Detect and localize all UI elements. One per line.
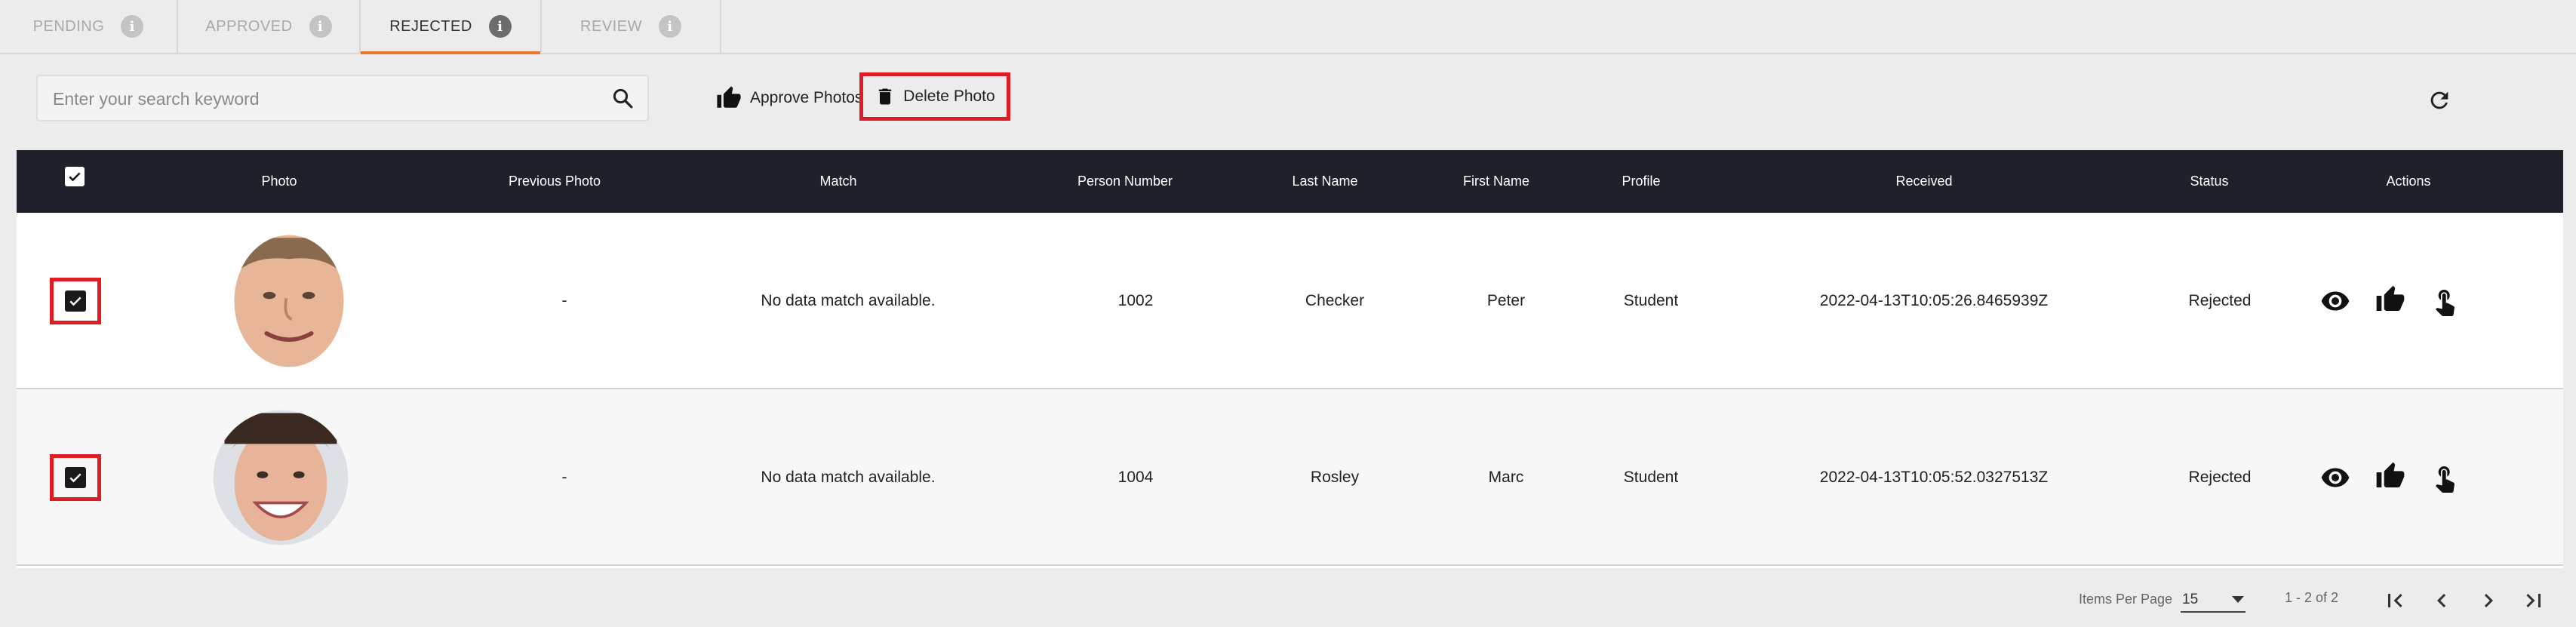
check-icon xyxy=(69,172,81,182)
tab-approved[interactable]: APPROVED i xyxy=(178,0,361,53)
info-icon[interactable]: i xyxy=(488,15,512,38)
thumbs-up-icon xyxy=(717,86,741,108)
column-header-received[interactable]: Received xyxy=(1895,150,1952,213)
info-icon[interactable]: i xyxy=(121,15,144,38)
info-icon[interactable]: i xyxy=(309,15,332,38)
table-row[interactable]: - No data match available. 1004 Rosley M… xyxy=(17,389,2563,566)
delete-photo-label: Delete Photo xyxy=(903,88,995,105)
column-header-match[interactable]: Match xyxy=(819,150,856,213)
first-page-icon[interactable] xyxy=(2381,587,2408,614)
person-photo[interactable] xyxy=(211,407,351,548)
row-checkbox[interactable] xyxy=(50,454,101,501)
previous-page-icon[interactable] xyxy=(2428,587,2455,614)
check-icon xyxy=(69,297,81,306)
items-per-page-label: Items Per Page xyxy=(2079,592,2173,607)
previous-photo-cell: - xyxy=(561,469,567,486)
table-header: Photo Previous Photo Match Person Number… xyxy=(17,150,2563,213)
items-per-page-select[interactable]: 15 xyxy=(2181,587,2246,613)
column-header-person-number[interactable]: Person Number xyxy=(1077,150,1173,213)
column-header-previous-photo[interactable]: Previous Photo xyxy=(509,150,601,213)
match-cell: No data match available. xyxy=(761,292,936,309)
touch-icon[interactable] xyxy=(2430,286,2460,316)
caret-down-icon xyxy=(2232,596,2244,603)
trash-icon xyxy=(879,88,892,105)
view-icon[interactable] xyxy=(2320,286,2350,316)
items-per-page-value: 15 xyxy=(2182,592,2199,607)
status-tabs: PENDING i APPROVED i REJECTED i REVIEW i xyxy=(0,0,2576,54)
search-input[interactable] xyxy=(51,76,583,121)
tab-rejected[interactable]: REJECTED i xyxy=(361,0,542,54)
tab-review-label: REVIEW xyxy=(580,17,642,35)
last-page-icon[interactable] xyxy=(2520,587,2547,614)
first-name-cell: Peter xyxy=(1486,292,1526,309)
search-icon[interactable] xyxy=(611,87,634,109)
previous-photo-cell: - xyxy=(561,292,567,309)
thumbs-up-icon[interactable] xyxy=(2375,461,2405,491)
status-cell: Rejected xyxy=(2188,469,2252,486)
person-photo[interactable] xyxy=(219,231,359,371)
view-icon[interactable] xyxy=(2320,463,2350,493)
received-cell: 2022-04-13T10:05:26.8465939Z xyxy=(1819,292,2049,309)
column-header-last-name[interactable]: Last Name xyxy=(1292,150,1357,213)
approve-photos-label: Approve Photos xyxy=(750,89,863,106)
next-page-icon[interactable] xyxy=(2475,587,2502,614)
first-name-cell: Marc xyxy=(1488,469,1524,486)
column-header-status[interactable]: Status xyxy=(2190,150,2228,213)
row-checkbox[interactable] xyxy=(50,278,101,324)
search-box xyxy=(36,75,649,121)
last-name-cell: Checker xyxy=(1305,292,1365,309)
received-cell: 2022-04-13T10:05:52.0327513Z xyxy=(1819,469,2049,486)
profile-cell: Student xyxy=(1623,469,1679,486)
last-name-cell: Rosley xyxy=(1310,469,1360,486)
select-all-checkbox[interactable] xyxy=(65,167,85,186)
info-icon[interactable]: i xyxy=(658,15,681,38)
status-cell: Rejected xyxy=(2188,292,2252,309)
column-header-photo[interactable]: Photo xyxy=(261,150,297,213)
person-number-cell: 1004 xyxy=(1117,469,1154,486)
tab-pending-label: PENDING xyxy=(32,17,105,35)
table-row[interactable]: - No data match available. 1002 Checker … xyxy=(17,213,2563,389)
column-header-actions: Actions xyxy=(2386,174,2431,189)
column-header-profile[interactable]: Profile xyxy=(1622,150,1660,213)
match-cell: No data match available. xyxy=(761,469,936,486)
thumbs-up-icon[interactable] xyxy=(2375,284,2405,315)
check-icon xyxy=(69,473,81,483)
pagination-bar: Items Per Page 15 1 - 2 of 2 xyxy=(0,573,2576,627)
person-number-cell: 1002 xyxy=(1117,292,1154,309)
column-header-first-name[interactable]: First Name xyxy=(1463,150,1529,213)
touch-icon[interactable] xyxy=(2430,463,2460,493)
photos-table: Photo Previous Photo Match Person Number… xyxy=(17,150,2563,568)
pagination-range: 1 - 2 of 2 xyxy=(2285,590,2339,605)
profile-cell: Student xyxy=(1623,292,1679,309)
approve-photos-button[interactable]: Approve Photos xyxy=(715,83,862,113)
delete-photo-button[interactable]: Delete Photo xyxy=(859,72,1010,121)
tab-review[interactable]: REVIEW i xyxy=(542,0,721,53)
tab-approved-label: APPROVED xyxy=(205,17,293,35)
tab-rejected-label: REJECTED xyxy=(389,17,472,35)
tab-pending[interactable]: PENDING i xyxy=(0,0,178,53)
refresh-icon[interactable] xyxy=(2427,88,2452,113)
